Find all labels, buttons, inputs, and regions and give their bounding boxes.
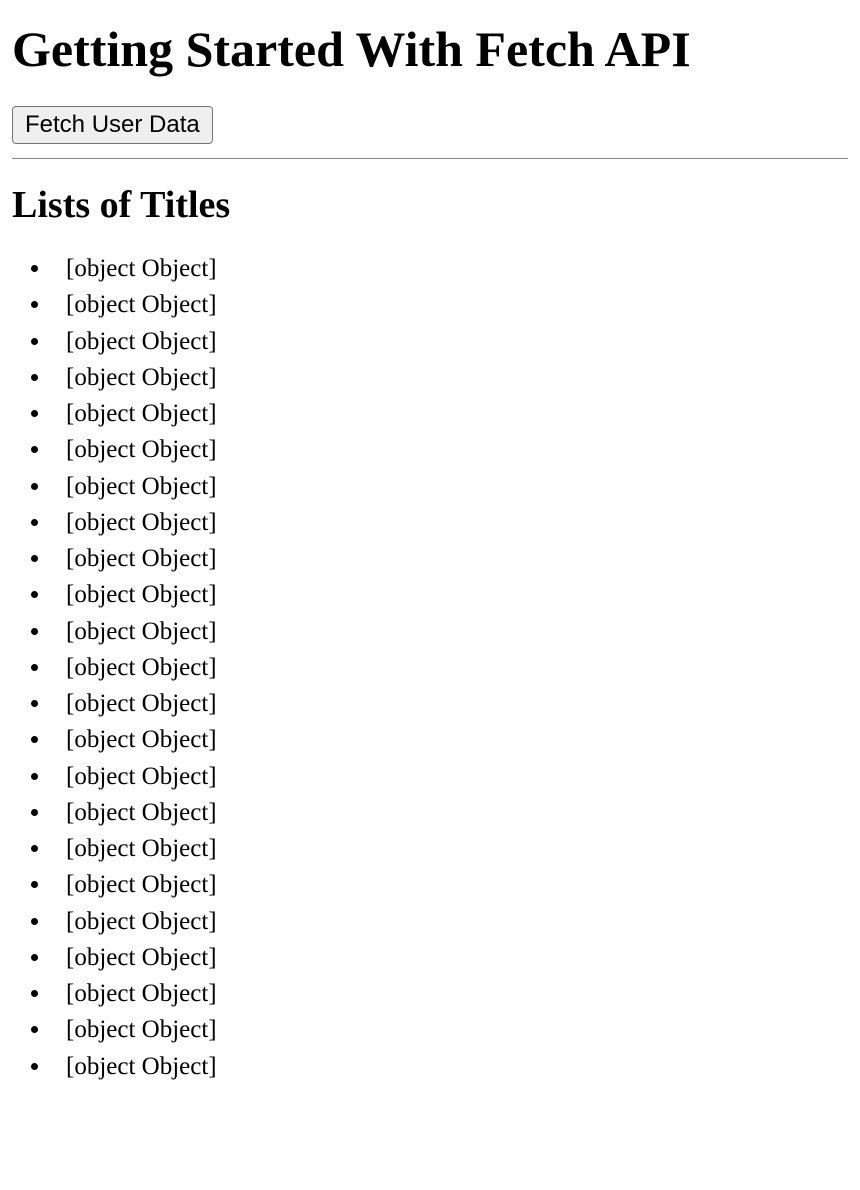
list-item: [object Object]: [52, 287, 848, 323]
list-item: [object Object]: [52, 686, 848, 722]
page-title: Getting Started With Fetch API: [12, 20, 848, 78]
list-item: [object Object]: [52, 432, 848, 468]
list-item: [object Object]: [52, 831, 848, 867]
list-item: [object Object]: [52, 795, 848, 831]
section-heading: Lists of Titles: [12, 183, 848, 227]
list-item: [object Object]: [52, 396, 848, 432]
list-item: [object Object]: [52, 505, 848, 541]
list-item: [object Object]: [52, 759, 848, 795]
list-item: [object Object]: [52, 1049, 848, 1085]
list-item: [object Object]: [52, 541, 848, 577]
list-item: [object Object]: [52, 904, 848, 940]
list-item: [object Object]: [52, 867, 848, 903]
list-item: [object Object]: [52, 722, 848, 758]
list-item: [object Object]: [52, 940, 848, 976]
list-item: [object Object]: [52, 324, 848, 360]
list-item: [object Object]: [52, 1012, 848, 1048]
list-item: [object Object]: [52, 614, 848, 650]
divider: [12, 158, 848, 159]
list-item: [object Object]: [52, 650, 848, 686]
list-item: [object Object]: [52, 976, 848, 1012]
titles-list: [object Object][object Object][object Ob…: [12, 251, 848, 1085]
list-item: [object Object]: [52, 360, 848, 396]
list-item: [object Object]: [52, 251, 848, 287]
fetch-user-data-button[interactable]: Fetch User Data: [12, 106, 213, 144]
list-item: [object Object]: [52, 577, 848, 613]
list-item: [object Object]: [52, 469, 848, 505]
